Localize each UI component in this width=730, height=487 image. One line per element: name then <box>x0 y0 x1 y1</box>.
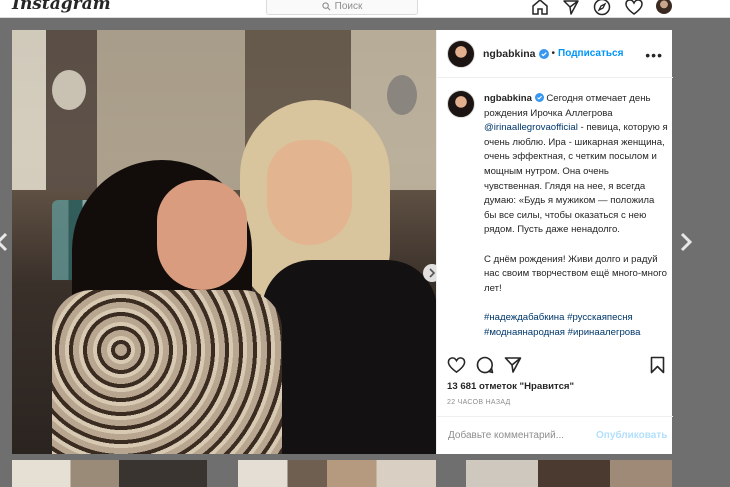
top-bar: Instagram Поиск <box>0 0 730 18</box>
post-panel: ngbabkina • Подписаться ••• ngbabkina Се… <box>436 30 673 454</box>
like-icon[interactable] <box>447 356 466 374</box>
photo-lamp <box>52 70 86 110</box>
grid-thumbnail[interactable] <box>238 460 436 487</box>
post-actions <box>447 356 667 376</box>
caption-text: ngbabkina Сегодня отмечает день рождения… <box>484 92 669 355</box>
explore-icon[interactable] <box>592 0 612 17</box>
search-icon <box>322 2 331 11</box>
share-icon[interactable] <box>504 356 522 374</box>
likes-count[interactable]: 13 681 отметок "Нравится" <box>447 381 574 392</box>
verified-icon <box>538 48 549 59</box>
author-avatar[interactable] <box>447 39 475 68</box>
comment-input[interactable]: Добавьте комментарий... <box>448 430 593 441</box>
instagram-logo[interactable]: Instagram <box>12 0 111 14</box>
caption-paragraph2: С днём рождения! Живи долго и радуй нас … <box>484 253 667 294</box>
bookmark-icon[interactable] <box>650 356 665 374</box>
photo-person <box>267 140 352 245</box>
grid-thumbnail[interactable] <box>466 460 672 487</box>
post-time[interactable]: 22 ЧАСОВ НАЗАД <box>447 399 511 406</box>
next-post-arrow-icon[interactable] <box>678 232 694 252</box>
mention-link[interactable]: @irinaallegrovaofficial <box>484 122 578 133</box>
photo-person <box>262 260 436 454</box>
search-placeholder: Поиск <box>334 1 363 12</box>
profile-avatar[interactable] <box>656 0 672 14</box>
comment-icon[interactable] <box>476 356 494 374</box>
caption-part2: - певица, которую я очень люблю. Ира - ш… <box>484 122 668 236</box>
post-header: ngbabkina • Подписаться ••• <box>437 30 673 78</box>
follow-button[interactable]: Подписаться <box>558 48 623 59</box>
chevron-right-icon <box>429 268 436 278</box>
caption-username[interactable]: ngbabkina <box>484 93 532 104</box>
photo-person <box>157 180 247 290</box>
search-input[interactable]: Поиск <box>266 0 418 15</box>
home-icon[interactable] <box>530 0 550 17</box>
publish-button[interactable]: Опубликовать <box>596 430 667 441</box>
separator-dot: • <box>551 48 556 59</box>
comment-bar: Добавьте комментарий... Опубликовать <box>437 416 673 454</box>
author-username[interactable]: ngbabkina <box>483 48 536 60</box>
more-icon[interactable]: ••• <box>645 47 663 63</box>
hashtags[interactable]: #надеждабабкина #русскаяпесня #моднаянар… <box>484 311 669 340</box>
photo-person <box>52 290 282 454</box>
heart-icon[interactable] <box>624 0 644 17</box>
post-photo[interactable] <box>12 30 436 454</box>
verified-icon <box>534 93 544 102</box>
prev-post-arrow-icon[interactable] <box>0 232 10 252</box>
grid-thumbnail[interactable] <box>12 460 207 487</box>
photo-lamp <box>387 75 417 115</box>
direct-icon[interactable] <box>561 0 581 17</box>
caption-avatar[interactable] <box>447 90 475 118</box>
carousel-next-button[interactable] <box>423 264 436 282</box>
